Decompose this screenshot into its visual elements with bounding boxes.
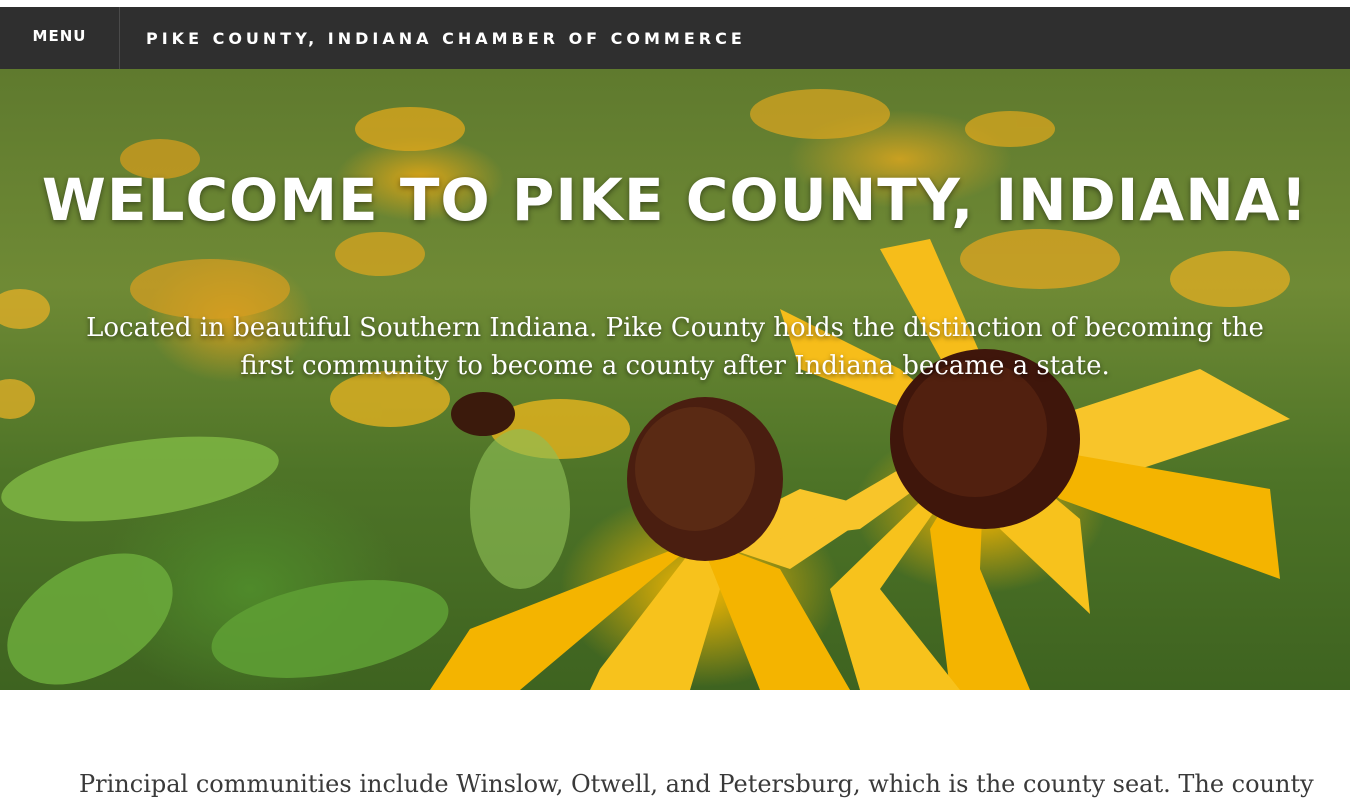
top-navbar: MENU PIKE COUNTY, INDIANA CHAMBER OF COM…	[0, 7, 1350, 69]
hero-description: Located in beautiful Southern Indiana. P…	[86, 313, 1264, 381]
menu-button[interactable]: MENU	[0, 7, 120, 69]
intro-paragraph: Principal communities include Winslow, O…	[79, 770, 1314, 798]
hero-title: WELCOME TO PIKE COUNTY, INDIANA!	[41, 166, 1309, 234]
site-title-link[interactable]: PIKE COUNTY, INDIANA CHAMBER OF COMMERCE	[120, 7, 746, 69]
hero-banner: WELCOME TO PIKE COUNTY, INDIANA! Located…	[0, 69, 1350, 690]
top-strip	[0, 0, 1350, 7]
